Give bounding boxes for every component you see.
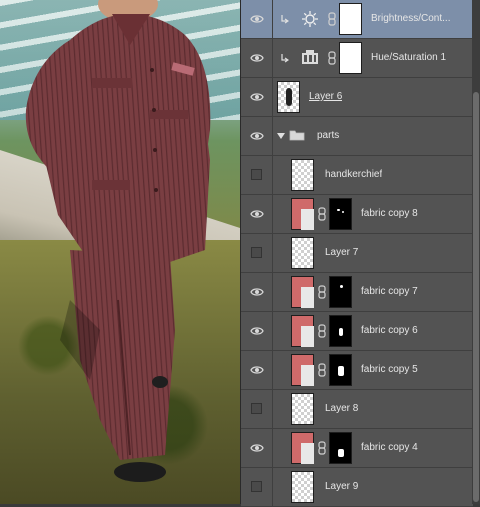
- layer-row[interactable]: Layer 7: [241, 234, 473, 273]
- mask-link-icon[interactable]: [318, 207, 326, 221]
- eye-icon[interactable]: [250, 325, 264, 337]
- layer-row[interactable]: parts: [241, 117, 473, 156]
- sun-icon: [302, 11, 318, 27]
- layer-name: fabric copy 8: [361, 208, 418, 219]
- layer-thumbnail[interactable]: [291, 237, 314, 269]
- mask-mark: [338, 449, 344, 457]
- layer-row[interactable]: fabric copy 7: [241, 273, 473, 312]
- eye-icon[interactable]: [250, 52, 264, 64]
- layers-panel: Brightness/Cont... Hue/Saturation 1 Layer …: [240, 0, 480, 507]
- mask-mark: [337, 209, 340, 211]
- layer-mask-thumbnail[interactable]: [329, 354, 352, 386]
- visibility-toggle[interactable]: [241, 273, 273, 311]
- mask-link-icon[interactable]: [318, 324, 326, 338]
- visibility-off-box[interactable]: [251, 481, 262, 492]
- layer-name: fabric copy 5: [361, 364, 418, 375]
- mask-mark: [340, 285, 343, 288]
- layer-row[interactable]: Layer 6: [241, 78, 473, 117]
- visibility-toggle[interactable]: [241, 351, 273, 389]
- layer-thumbnail[interactable]: [291, 315, 314, 347]
- folder-icon: [289, 130, 305, 141]
- mask-link-icon[interactable]: [318, 285, 326, 299]
- layer-row[interactable]: fabric copy 6: [241, 312, 473, 351]
- mask-mark: [339, 328, 343, 336]
- layer-row[interactable]: fabric copy 8: [241, 195, 473, 234]
- eye-icon[interactable]: [250, 13, 264, 25]
- visibility-toggle[interactable]: [241, 429, 273, 467]
- layer-thumbnail[interactable]: [291, 393, 314, 425]
- layer-thumbnail[interactable]: [291, 432, 314, 464]
- layer-row[interactable]: Hue/Saturation 1: [241, 39, 473, 78]
- layer-name: fabric copy 4: [361, 442, 418, 453]
- visibility-toggle[interactable]: [241, 234, 273, 272]
- eye-icon[interactable]: [250, 208, 264, 220]
- layer-thumbnail[interactable]: [277, 81, 300, 113]
- adjustment-mask-thumbnail[interactable]: [339, 3, 362, 35]
- scrollbar-thumb[interactable]: [473, 92, 479, 502]
- layer-name: Hue/Saturation 1: [371, 52, 447, 63]
- visibility-toggle[interactable]: [241, 0, 273, 38]
- layer-thumbnail[interactable]: [291, 471, 314, 503]
- layer-name: parts: [317, 130, 340, 141]
- visibility-toggle[interactable]: [241, 78, 273, 116]
- mask-link-icon[interactable]: [318, 441, 326, 455]
- expand-triangle-icon[interactable]: [277, 133, 285, 139]
- layer-name: Layer 7: [325, 247, 359, 258]
- layer-mask-thumbnail[interactable]: [329, 315, 352, 347]
- layer-row[interactable]: Layer 8: [241, 390, 473, 429]
- layer-name: fabric copy 7: [361, 286, 418, 297]
- visibility-toggle[interactable]: [241, 39, 273, 77]
- layer-row[interactable]: handkerchief: [241, 156, 473, 195]
- visibility-toggle[interactable]: [241, 156, 273, 194]
- layer-mask-thumbnail[interactable]: [329, 432, 352, 464]
- clipping-arrow-icon: [281, 15, 289, 24]
- visibility-toggle[interactable]: [241, 195, 273, 233]
- layer-thumbnail[interactable]: [291, 354, 314, 386]
- mask-mark: [342, 211, 344, 213]
- visibility-toggle[interactable]: [241, 468, 273, 506]
- layer-name: Layer 8: [325, 403, 359, 414]
- layer-name: Brightness/Cont...: [371, 13, 451, 24]
- layer-row[interactable]: Layer 9: [241, 468, 473, 507]
- eye-icon[interactable]: [250, 442, 264, 454]
- visibility-off-box[interactable]: [251, 169, 262, 180]
- eye-icon[interactable]: [250, 286, 264, 298]
- visibility-toggle[interactable]: [241, 312, 273, 350]
- mask-link-icon[interactable]: [328, 51, 336, 65]
- thumbnail-figure: [286, 88, 292, 106]
- layer-name: Layer 9: [325, 481, 359, 492]
- layer-name: Layer 6: [309, 91, 343, 102]
- layer-row[interactable]: Brightness/Cont...: [241, 0, 473, 39]
- layer-thumbnail[interactable]: [291, 276, 314, 308]
- visibility-toggle[interactable]: [241, 390, 273, 428]
- mask-mark: [338, 366, 344, 376]
- eye-icon[interactable]: [250, 364, 264, 376]
- layer-thumbnail[interactable]: [291, 198, 314, 230]
- adjustment-mask-thumbnail[interactable]: [339, 42, 362, 74]
- clipping-arrow-icon: [281, 54, 289, 63]
- layer-name: fabric copy 6: [361, 325, 418, 336]
- layer-row[interactable]: fabric copy 4: [241, 429, 473, 468]
- layer-thumbnail[interactable]: [291, 159, 314, 191]
- layers-scrollbar[interactable]: [472, 0, 480, 504]
- eye-icon[interactable]: [250, 91, 264, 103]
- mask-link-icon[interactable]: [318, 363, 326, 377]
- layer-mask-thumbnail[interactable]: [329, 276, 352, 308]
- photo-canvas[interactable]: [0, 0, 240, 504]
- eye-icon[interactable]: [250, 130, 264, 142]
- layer-name: handkerchief: [325, 169, 383, 180]
- layer-mask-thumbnail[interactable]: [329, 198, 352, 230]
- person-figure: [25, 0, 211, 482]
- layer-row[interactable]: fabric copy 5: [241, 351, 473, 390]
- mask-link-icon[interactable]: [328, 12, 336, 26]
- visibility-off-box[interactable]: [251, 247, 262, 258]
- visibility-toggle[interactable]: [241, 117, 273, 155]
- hue-saturation-icon: [302, 50, 318, 64]
- visibility-off-box[interactable]: [251, 403, 262, 414]
